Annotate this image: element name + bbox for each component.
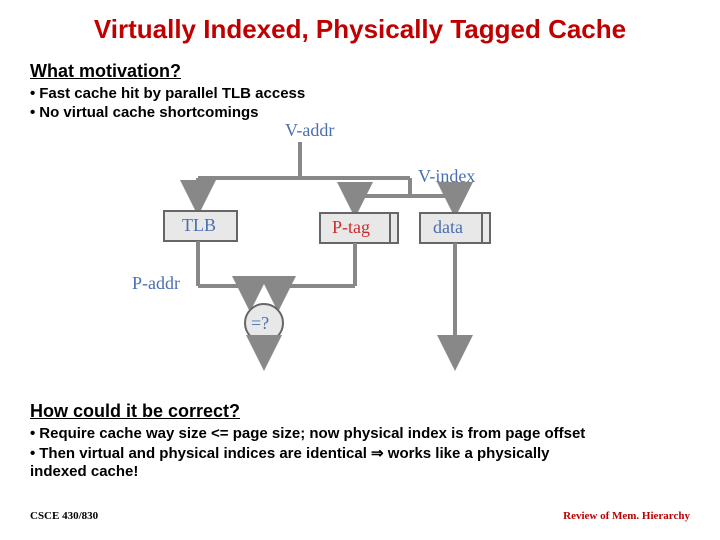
bullet-5-text: indexed cache!: [30, 463, 138, 480]
bullet-3: •Require cache way size <= page size; no…: [30, 425, 585, 442]
label-paddr: P-addr: [132, 273, 180, 294]
bullet-1-text: Fast cache hit by parallel TLB access: [39, 85, 305, 102]
bullet-3-text: Require cache way size <= page size; now…: [39, 425, 585, 442]
bullet-1: •Fast cache hit by parallel TLB access: [30, 85, 305, 102]
bullet-4: •Then virtual and physical indices are i…: [30, 444, 550, 462]
diagram-svg: [150, 118, 570, 388]
bullet-dot-icon: •: [30, 425, 35, 442]
label-data: data: [433, 217, 463, 238]
correct-heading: How could it be correct?: [30, 401, 240, 422]
diagram: V-addr V-index TLB P-tag data P-addr =?: [150, 118, 570, 388]
bullet-dot-icon: •: [30, 85, 35, 102]
label-tlb: TLB: [182, 215, 216, 236]
footer-right: Review of Mem. Hierarchy: [563, 510, 690, 522]
footer-left: CSCE 430/830: [30, 510, 98, 522]
label-eq: =?: [251, 313, 269, 334]
label-vaddr: V-addr: [285, 120, 334, 141]
bullet-5: indexed cache!: [30, 463, 138, 480]
bullet-dot-icon: •: [30, 104, 35, 121]
slide-title: Virtually Indexed, Physically Tagged Cac…: [0, 14, 720, 45]
label-ptag: P-tag: [332, 217, 370, 238]
bullet-4-text: Then virtual and physical indices are id…: [39, 445, 549, 462]
label-vindex: V-index: [418, 166, 475, 187]
bullet-dot-icon: •: [30, 445, 35, 462]
motivation-heading: What motivation?: [30, 61, 181, 82]
slide: Virtually Indexed, Physically Tagged Cac…: [0, 0, 720, 540]
